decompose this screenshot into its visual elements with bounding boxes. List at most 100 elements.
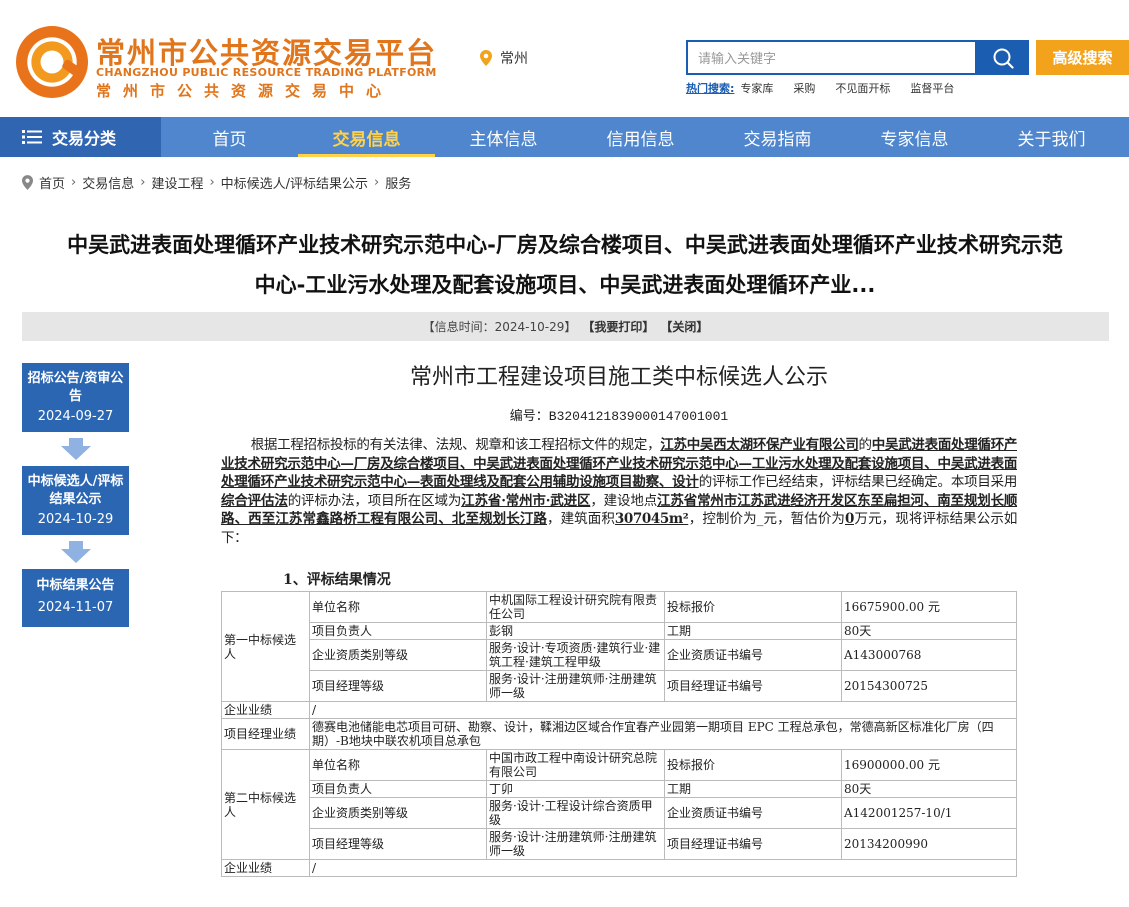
timeline-step-date: 2024-09-27 bbox=[37, 409, 114, 424]
table-label: 企业资质类别等级 bbox=[309, 639, 487, 671]
table-label: 项目负责人 bbox=[309, 622, 487, 640]
location-pin-icon bbox=[480, 50, 492, 66]
breadcrumb-separator: › bbox=[374, 175, 380, 190]
search-button[interactable] bbox=[977, 40, 1029, 75]
table-cell: / bbox=[309, 859, 1017, 877]
brand-name-en: CHANGZHOU PUBLIC RESOURCE TRADING PLATFO… bbox=[96, 66, 437, 79]
hot-search-link[interactable]: 专家库 bbox=[740, 80, 773, 96]
table-row: 项目负责人 丁卯 工期 80天 bbox=[222, 780, 1017, 798]
table-cell: 中机国际工程设计研究院有限责任公司 bbox=[486, 591, 665, 623]
evaluation-result-table: 第一中标候选人 单位名称 中机国际工程设计研究院有限责任公司 投标报价 1667… bbox=[221, 591, 1017, 877]
timeline-step-label: 中标结果公告 bbox=[36, 578, 115, 593]
timeline-step-date: 2024-11-07 bbox=[37, 600, 114, 615]
table-cell: 80天 bbox=[841, 780, 1017, 798]
intro-text: ，控制价为_元，暂估价为 bbox=[688, 511, 846, 527]
nav-item-home[interactable]: 首页 bbox=[161, 117, 298, 157]
table-label: 单位名称 bbox=[309, 591, 487, 623]
nav-item-expert-info[interactable]: 专家信息 bbox=[846, 117, 983, 157]
breadcrumb-separator: › bbox=[140, 175, 146, 190]
breadcrumb-link[interactable]: 建设工程 bbox=[151, 173, 203, 192]
table-cell: 德赛电池储能电芯项目可研、勘察、设计，鞣湘边区域合作宜春产业园第一期项目 EPC… bbox=[309, 718, 1017, 750]
nav-category-button[interactable]: 交易分类 bbox=[0, 117, 161, 157]
table-cell: 彭钢 bbox=[486, 622, 665, 640]
table-label: 企业业绩 bbox=[221, 859, 310, 877]
table-label: 工期 bbox=[664, 622, 842, 640]
table-label: 企业资质类别等级 bbox=[309, 797, 487, 829]
breadcrumb-link[interactable]: 中标候选人/评标结果公示 bbox=[221, 173, 368, 192]
table-cell: 16900000.00 元 bbox=[841, 749, 1017, 781]
table-row: 项目负责人 彭钢 工期 80天 bbox=[222, 622, 1017, 640]
nav-item-credit-info[interactable]: 信用信息 bbox=[572, 117, 709, 157]
table-label: 单位名称 bbox=[309, 749, 487, 781]
table-label: 投标报价 bbox=[664, 749, 842, 781]
table-label: 企业资质证书编号 bbox=[664, 797, 842, 829]
nav-item-entity-info[interactable]: 主体信息 bbox=[435, 117, 572, 157]
table-label: 项目经理等级 bbox=[309, 828, 487, 860]
table-label: 工期 bbox=[664, 780, 842, 798]
platform-logo-icon[interactable] bbox=[16, 26, 88, 98]
site-header: 常州市公共资源交易平台 CHANGZHOU PUBLIC RESOURCE TR… bbox=[0, 0, 1129, 117]
nav-category-label: 交易分类 bbox=[52, 129, 117, 148]
project-region: 江苏省·常州市·武进区 bbox=[461, 492, 591, 509]
print-link[interactable]: 【我要打印】 bbox=[582, 318, 654, 335]
intro-text: 的 bbox=[858, 437, 873, 453]
table-label: 企业资质证书编号 bbox=[664, 639, 842, 671]
timeline-step[interactable]: 中标结果公告 2024-11-07 bbox=[22, 569, 129, 627]
advanced-search-button[interactable]: 高级搜索 bbox=[1036, 40, 1129, 75]
search-input[interactable]: 请输入关键字 bbox=[686, 40, 977, 75]
table-cell: A143000768 bbox=[841, 639, 1017, 671]
candidate-rank: 第一中标候选人 bbox=[221, 591, 310, 702]
brand-subtitle: 常州市公共资源交易中心 bbox=[96, 82, 394, 100]
table-label: 项目经理业绩 bbox=[221, 718, 310, 750]
document-number: 编号：B3204121839000147001001 bbox=[509, 409, 729, 424]
page-title-line: 中心-工业污水处理及配套设施项目、中吴武进表面处理循环产业... bbox=[254, 273, 876, 297]
notice-timeline: 招标公告/资审公告 2024-09-27 中标候选人/评标结果公示 2024-1… bbox=[22, 363, 129, 627]
candidate-rank: 第二中标候选人 bbox=[221, 749, 310, 860]
table-cell: / bbox=[309, 701, 1017, 719]
main-nav: 交易分类 首页 交易信息 主体信息 信用信息 交易指南 专家信息 关于我们 bbox=[0, 117, 1129, 157]
page-title: 中吴武进表面处理循环产业技术研究示范中心-厂房及综合楼项目、中吴武进表面处理循环… bbox=[22, 225, 1108, 305]
table-cell: 20134200990 bbox=[841, 828, 1017, 860]
table-row: 企业资质类别等级 服务·设计·工程设计综合资质甲级 企业资质证书编号 A1420… bbox=[222, 797, 1017, 829]
breadcrumb-link[interactable]: 交易信息 bbox=[82, 173, 134, 192]
close-link[interactable]: 【关闭】 bbox=[660, 318, 708, 335]
timeline-step[interactable]: 中标候选人/评标结果公示 2024-10-29 bbox=[22, 466, 129, 535]
table-label: 项目负责人 bbox=[309, 780, 487, 798]
table-row: 项目经理等级 服务·设计·注册建筑师·注册建筑师一级 项目经理证书编号 2013… bbox=[222, 828, 1017, 860]
city-selector[interactable]: 常州 bbox=[480, 48, 528, 68]
table-cell: 服务·设计·注册建筑师·注册建筑师一级 bbox=[486, 828, 665, 860]
breadcrumb-separator: › bbox=[71, 175, 77, 190]
intro-text: 的评标办法，项目所在区域为 bbox=[287, 492, 462, 509]
nav-item-trade-info[interactable]: 交易信息 bbox=[298, 117, 435, 157]
table-label: 企业业绩 bbox=[221, 701, 310, 719]
document-title: 常州市工程建设项目施工类中标候选人公示 bbox=[409, 365, 828, 390]
table-label: 项目经理等级 bbox=[309, 670, 487, 702]
table-label: 项目经理证书编号 bbox=[664, 670, 842, 702]
info-bar: 【信息时间：2024-10-29】 【我要打印】 【关闭】 bbox=[22, 312, 1109, 341]
table-label: 投标报价 bbox=[664, 591, 842, 623]
table-row: 企业业绩 / bbox=[221, 859, 1017, 877]
table-cell: 服务·设计·工程设计综合资质甲级 bbox=[486, 797, 665, 829]
table-row: 项目经理等级 服务·设计·注册建筑师·注册建筑师一级 项目经理证书编号 2015… bbox=[222, 670, 1017, 702]
nav-item-trade-guide[interactable]: 交易指南 bbox=[709, 117, 846, 157]
evaluation-method: 综合评估法 bbox=[221, 492, 288, 509]
hot-search-link[interactable]: 不见面开标 bbox=[835, 80, 890, 96]
estimate-price: 0 bbox=[845, 511, 855, 527]
table-cell: 服务·设计·注册建筑师·注册建筑师一级 bbox=[486, 670, 665, 702]
table-label: 项目经理证书编号 bbox=[664, 828, 842, 860]
table-row: 项目经理业绩 德赛电池储能电芯项目可研、勘察、设计，鞣湘边区域合作宜春产业园第一… bbox=[221, 718, 1017, 750]
table-cell: 80天 bbox=[841, 622, 1017, 640]
table-cell: 丁卯 bbox=[486, 780, 665, 798]
building-area: 307045m² bbox=[614, 511, 689, 527]
location-pin-icon bbox=[22, 175, 33, 190]
hot-search-link[interactable]: 采购 bbox=[793, 80, 815, 96]
table-cell: 服务·设计·专项资质·建筑行业·建筑工程·建筑工程甲级 bbox=[486, 639, 665, 671]
timeline-step[interactable]: 招标公告/资审公告 2024-09-27 bbox=[22, 363, 129, 432]
city-name: 常州 bbox=[500, 51, 528, 67]
timeline-step-label: 中标候选人/评标结果公示 bbox=[27, 474, 124, 507]
table-cell: A142001257-10/1 bbox=[841, 797, 1017, 829]
breadcrumb-link[interactable]: 首页 bbox=[39, 173, 65, 192]
hot-search-link[interactable]: 监督平台 bbox=[910, 80, 954, 96]
nav-item-about[interactable]: 关于我们 bbox=[983, 117, 1120, 157]
table-row: 第二中标候选人 单位名称 中国市政工程中南设计研究总院有限公司 投标报价 169… bbox=[221, 749, 1017, 860]
